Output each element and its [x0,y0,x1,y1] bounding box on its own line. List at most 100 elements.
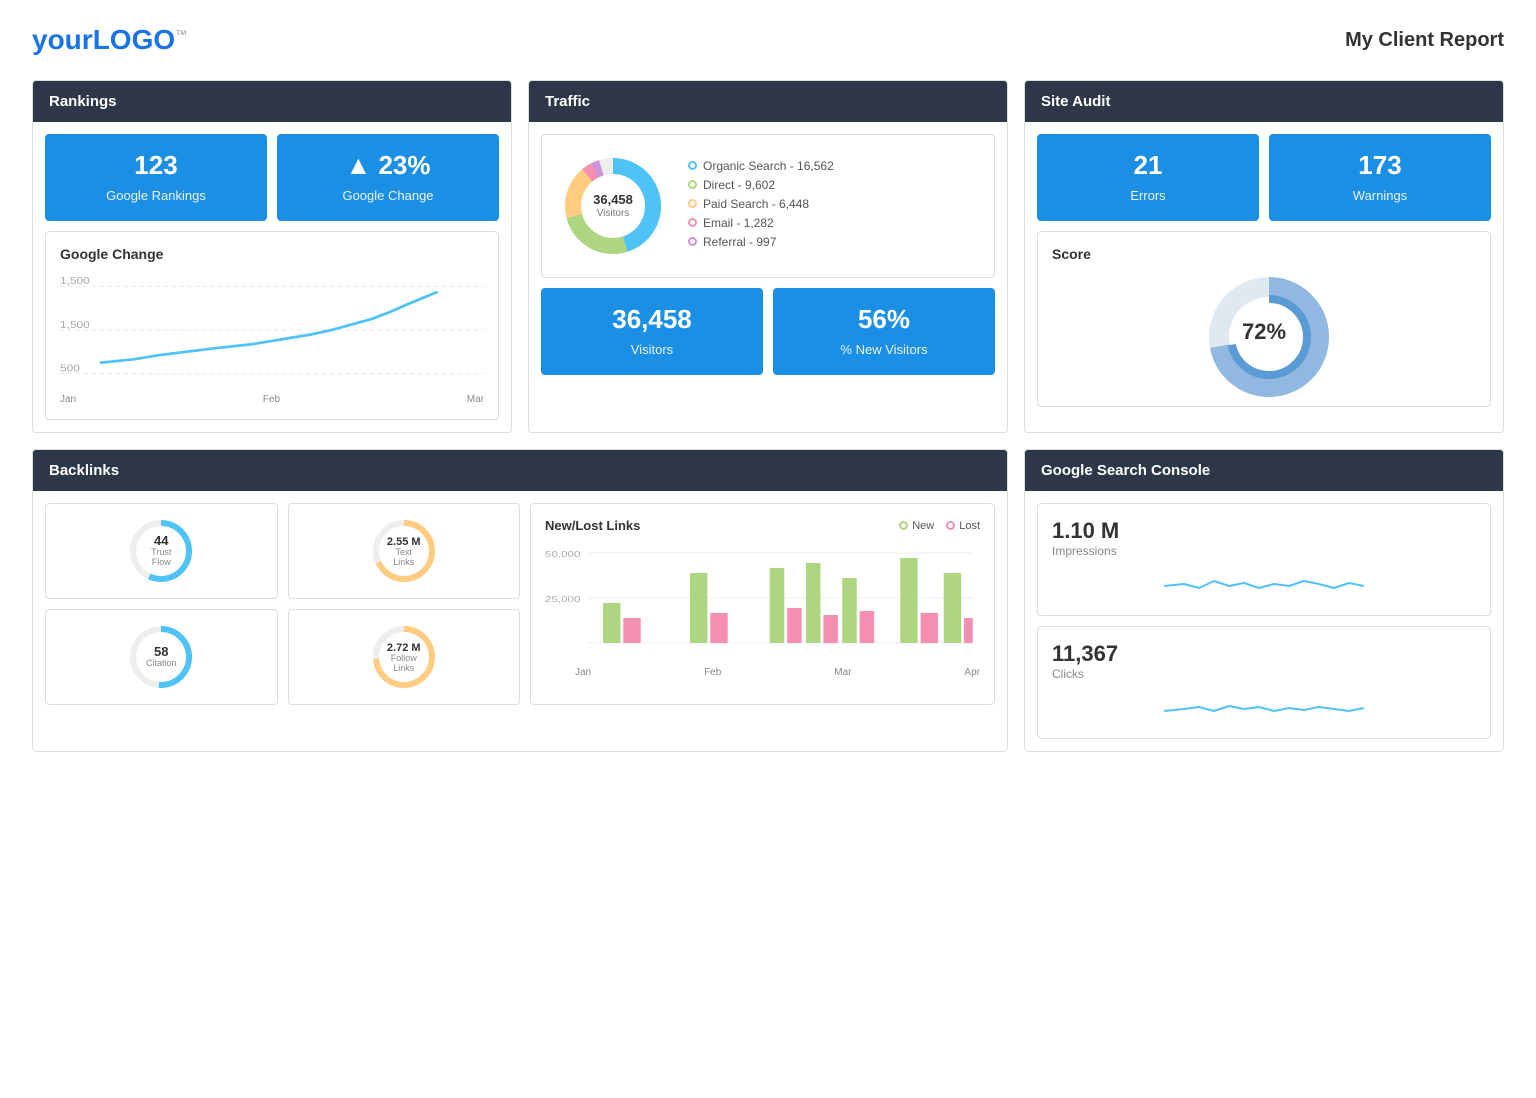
score-value: 72% [1242,319,1286,345]
legend-lost: Lost [946,520,980,532]
warnings-label: Warnings [1353,188,1407,203]
new-visitors-label: % New Visitors [840,342,927,357]
clicks-card: 11,367 Clicks [1037,626,1491,739]
backlinks-section: Backlinks 44 Trust Flow [32,449,1008,752]
legend-referral: Referral - 997 [688,235,978,249]
rankings-stat-row: 123 Google Rankings ▲ 23% Google Change [45,134,499,221]
x-label-jan: Jan [60,394,76,405]
svg-text:50,000: 50,000 [545,551,581,560]
logo-your: your [32,24,93,55]
legend-email: Email - 1,282 [688,216,978,230]
visitors-value: 36,458 [553,304,751,335]
traffic-body: 36,458 Visitors Organic Search - 16,562 … [529,122,1007,397]
traffic-top: 36,458 Visitors Organic Search - 16,562 … [541,134,995,278]
site-audit-body: 21 Errors 173 Warnings Score [1025,122,1503,419]
svg-text:25,000: 25,000 [545,596,581,605]
rankings-section: Rankings 123 Google Rankings ▲ 23% Googl… [32,80,512,433]
google-change-value: ▲ 23% [289,150,487,181]
errors-box: 21 Errors [1037,134,1259,221]
logo: yourLOGO™ [32,24,187,56]
legend-dot-organic [688,161,697,170]
backlinks-col1: 44 Trust Flow 58 [45,503,278,705]
backlinks-inner: 44 Trust Flow 58 [45,503,995,705]
bar-x-apr: Apr [964,667,980,678]
bar-x-axis: Jan Feb Mar Apr [545,667,980,678]
text-links-card: 2.55 M Text Links [288,503,521,599]
citation-circle: 58 Citation [126,622,196,692]
legend-label-organic: Organic Search - 16,562 [703,159,834,173]
bar-chart-header: New/Lost Links New Lost [545,518,980,533]
backlinks-header: Backlinks [33,450,1007,491]
rankings-chart-card: Google Change 1,500 1,500 500 [45,231,499,420]
visitors-label: Visitors [631,342,673,357]
new-visitors-box: 56% % New Visitors [773,288,995,375]
svg-text:500: 500 [60,363,80,374]
follow-links-circle: 2.72 M Follow Links [369,622,439,692]
legend-organic: Organic Search - 16,562 [688,159,978,173]
warnings-box: 173 Warnings [1269,134,1491,221]
legend-label-paid: Paid Search - 6,448 [703,197,809,211]
legend-dot-referral [688,237,697,246]
page-header: yourLOGO™ My Client Report [32,24,1504,56]
legend-label-referral: Referral - 997 [703,235,776,249]
rankings-x-axis: Jan Feb Mar [60,394,484,405]
warnings-value: 173 [1281,150,1479,181]
impressions-label: Impressions [1052,544,1476,558]
site-audit-header: Site Audit [1025,81,1503,122]
rankings-chart-container: 1,500 1,500 500 Jan Feb Mar [60,270,484,405]
rankings-chart-title: Google Change [60,246,484,262]
google-rankings-label: Google Rankings [106,188,206,203]
score-label: Score [1052,246,1091,262]
legend-dot-new [899,521,908,530]
clicks-sparkline [1052,689,1476,724]
trust-flow-value: 44 Trust Flow [144,534,179,568]
errors-label: Errors [1130,188,1165,203]
legend-dot-paid [688,199,697,208]
svg-text:1,500: 1,500 [60,320,90,331]
google-rankings-box: 123 Google Rankings [45,134,267,221]
traffic-donut: 36,458 Visitors [558,151,668,261]
backlinks-col2: 2.55 M Text Links 2.72 M [288,503,521,705]
bar-legend: New Lost [899,520,980,532]
visitors-box: 36,458 Visitors [541,288,763,375]
errors-value: 21 [1049,150,1247,181]
legend-label-email: Email - 1,282 [703,216,774,230]
traffic-stat-row: 36,458 Visitors 56% % New Visitors [541,288,995,375]
citation-card: 58 Citation [45,609,278,705]
gsc-section: Google Search Console 1.10 M Impressions… [1024,449,1504,752]
legend-dot-lost [946,521,955,530]
backlinks-body: 44 Trust Flow 58 [33,491,1007,717]
legend-direct: Direct - 9,602 [688,178,978,192]
traffic-donut-sublabel: Visitors [593,208,633,220]
score-card: Score 72% [1037,231,1491,407]
bar-x-jan: Jan [575,667,591,678]
trust-flow-circle: 44 Trust Flow [126,516,196,586]
new-visitors-value: 56% [785,304,983,335]
text-links-value: 2.55 M Text Links [386,534,421,568]
citation-value: 58 Citation [146,645,177,669]
google-rankings-value: 123 [57,150,255,181]
legend-label-direct: Direct - 9,602 [703,178,775,192]
traffic-legend: Organic Search - 16,562 Direct - 9,602 P… [688,159,978,254]
rankings-body: 123 Google Rankings ▲ 23% Google Change … [33,122,511,432]
rankings-line-chart: 1,500 1,500 500 [60,270,484,390]
google-change-box: ▲ 23% Google Change [277,134,499,221]
bar-chart-area: 50,000 25,000 [545,543,980,663]
clicks-value: 11,367 [1052,641,1476,667]
impressions-value: 1.10 M [1052,518,1476,544]
legend-dot-email [688,218,697,227]
follow-links-value: 2.72 M Follow Links [386,640,421,674]
clicks-label: Clicks [1052,667,1476,681]
traffic-section: Traffic [528,80,1008,433]
text-links-circle: 2.55 M Text Links [369,516,439,586]
svg-text:1,500: 1,500 [60,276,90,287]
bar-x-mar: Mar [834,667,851,678]
bar-chart-title: New/Lost Links [545,518,640,533]
main-grid: Rankings 123 Google Rankings ▲ 23% Googl… [32,80,1504,752]
google-change-label: Google Change [342,188,433,203]
rankings-header: Rankings [33,81,511,122]
impressions-card: 1.10 M Impressions [1037,503,1491,616]
logo-tm: ™ [175,28,187,42]
traffic-donut-value: 36,458 [593,192,633,207]
site-audit-stat-row: 21 Errors 173 Warnings [1037,134,1491,221]
